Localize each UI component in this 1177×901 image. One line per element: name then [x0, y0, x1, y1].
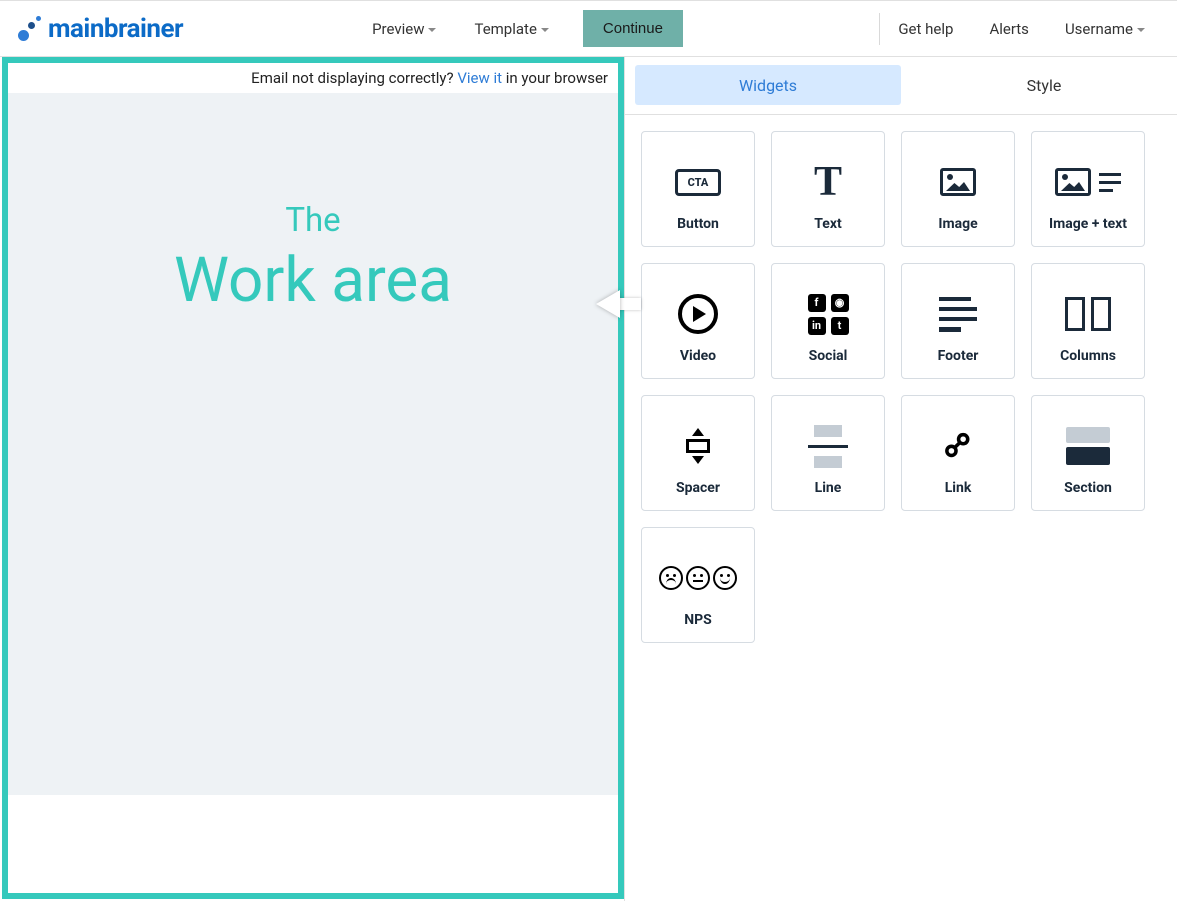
tab-style[interactable]: Style — [911, 57, 1177, 114]
caret-down-icon — [1137, 28, 1145, 32]
arrow-stem — [618, 298, 641, 310]
widget-label: Line — [815, 480, 842, 496]
footer-icon — [939, 297, 977, 332]
work-area-subtitle: The — [8, 201, 618, 240]
widget-label: Image — [938, 216, 977, 232]
section-icon — [1066, 427, 1110, 465]
center-menu: Preview Template Continue — [368, 10, 683, 47]
widget-label: Image + text — [1049, 216, 1127, 232]
right-panel: Widgets Style CTA Button T Text Image Im… — [624, 57, 1177, 901]
widget-spacer[interactable]: Spacer — [641, 395, 755, 511]
work-area-title: Work area — [8, 244, 618, 317]
widget-columns[interactable]: Columns — [1031, 263, 1145, 379]
caret-down-icon — [541, 28, 549, 32]
widgets-grid: CTA Button T Text Image Image + text Vid… — [625, 115, 1177, 659]
caret-down-icon — [428, 28, 436, 32]
logo[interactable]: mainbrainer — [14, 14, 183, 44]
logo-text: mainbrainer — [48, 14, 183, 44]
username-label: Username — [1065, 20, 1133, 38]
widget-label: Footer — [938, 348, 979, 364]
link-icon: ⚯ — [934, 422, 982, 470]
widget-label: Video — [680, 348, 716, 364]
widget-label: Text — [814, 216, 841, 232]
image-text-icon — [1055, 168, 1121, 196]
widget-label: Link — [945, 480, 972, 496]
widget-image[interactable]: Image — [901, 131, 1015, 247]
columns-icon — [1065, 297, 1111, 331]
widget-label: Spacer — [676, 480, 720, 496]
widget-label: Social — [809, 348, 848, 364]
logo-icon — [14, 15, 42, 43]
template-label: Template — [474, 20, 536, 38]
widget-nps[interactable]: NPS — [641, 527, 755, 643]
preview-label: Preview — [372, 20, 424, 38]
widget-video[interactable]: Video — [641, 263, 755, 379]
image-icon — [940, 168, 976, 196]
main-area: Email not displaying correctly? View it … — [0, 57, 1177, 901]
cta-icon: CTA — [675, 169, 722, 196]
widget-footer[interactable]: Footer — [901, 263, 1015, 379]
view-in-browser-link[interactable]: View it — [457, 69, 502, 87]
widget-label: Section — [1064, 480, 1112, 496]
widget-label: Button — [677, 216, 719, 232]
widget-line[interactable]: Line — [771, 395, 885, 511]
email-bar-prefix: Email not displaying correctly? — [251, 69, 457, 87]
text-icon: T — [814, 161, 842, 203]
view-in-browser-bar: Email not displaying correctly? View it … — [8, 63, 618, 93]
template-menu[interactable]: Template — [470, 14, 552, 44]
widget-section[interactable]: Section — [1031, 395, 1145, 511]
arrow-left-icon — [596, 290, 620, 318]
username-menu[interactable]: Username — [1047, 14, 1163, 44]
widget-image-text[interactable]: Image + text — [1031, 131, 1145, 247]
canvas-body[interactable]: The Work area — [8, 93, 618, 795]
preview-menu[interactable]: Preview — [368, 14, 440, 44]
right-menu: Get help Alerts Username — [879, 1, 1163, 56]
nps-icon — [659, 566, 737, 590]
widget-button[interactable]: CTA Button — [641, 131, 755, 247]
widget-social[interactable]: f◉int Social — [771, 263, 885, 379]
line-icon — [808, 425, 848, 468]
social-icon: f◉int — [808, 294, 849, 335]
email-bar-suffix: in your browser — [502, 69, 608, 87]
get-help-link[interactable]: Get help — [880, 14, 971, 44]
widget-text[interactable]: T Text — [771, 131, 885, 247]
widget-label: Columns — [1060, 348, 1116, 364]
continue-button[interactable]: Continue — [583, 10, 683, 47]
play-icon — [678, 294, 718, 334]
app-header: mainbrainer Preview Template Continue Ge… — [0, 0, 1177, 57]
alerts-link[interactable]: Alerts — [971, 14, 1047, 44]
work-area-canvas[interactable]: Email not displaying correctly? View it … — [2, 57, 624, 899]
panel-tabs: Widgets Style — [625, 57, 1177, 115]
widget-label: NPS — [684, 612, 712, 628]
spacer-icon — [684, 431, 712, 461]
widget-link[interactable]: ⚯ Link — [901, 395, 1015, 511]
tab-widgets[interactable]: Widgets — [635, 65, 901, 105]
